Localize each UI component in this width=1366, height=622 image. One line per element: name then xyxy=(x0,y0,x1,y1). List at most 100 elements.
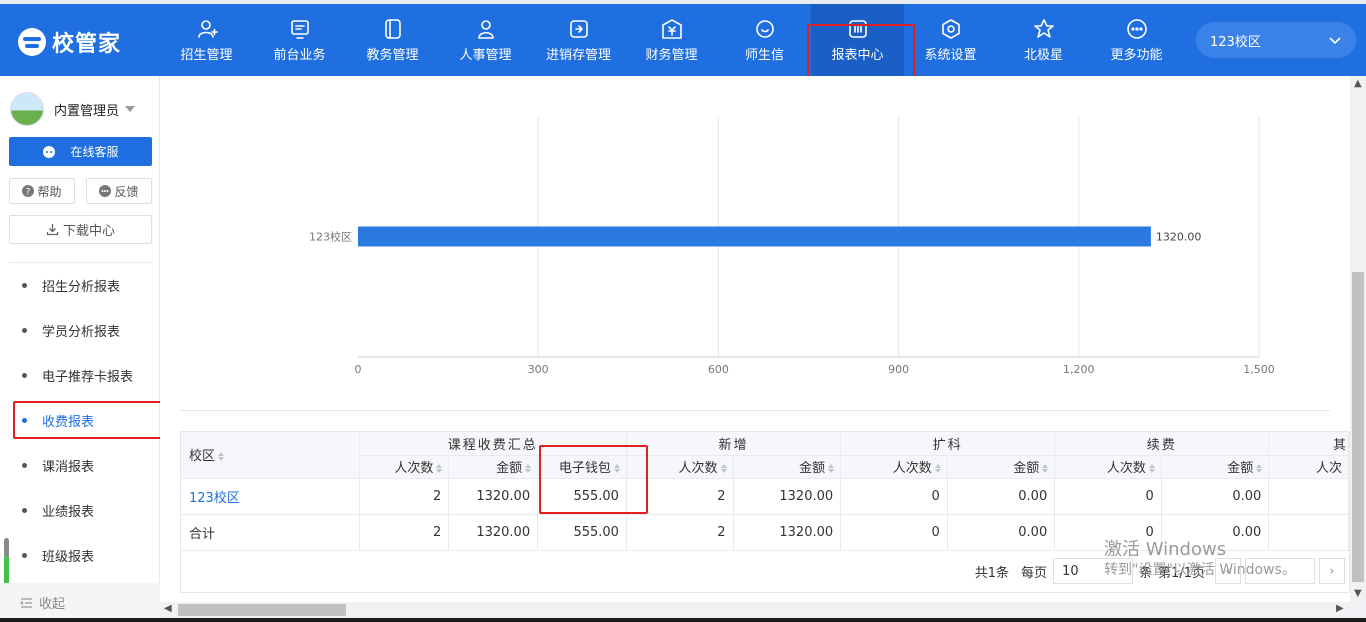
collapse-label: 收起 xyxy=(39,597,66,612)
nav-item-0[interactable]: 招生管理 xyxy=(160,4,253,76)
help-label: 帮助 xyxy=(37,184,62,199)
sort-icon[interactable] xyxy=(720,464,727,473)
collapse-icon xyxy=(20,597,32,608)
group-header-total: 课程收费汇总 xyxy=(359,432,627,456)
sidebar-item-4[interactable]: 课消报表 xyxy=(0,443,160,488)
sort-icon[interactable] xyxy=(828,464,835,473)
top-navbar: 校管家 招生管理 前台业务 教务管理 人事管理 进销存管理 财务管理 师生信 报表中心 系统设置… xyxy=(0,0,1366,76)
sidebar-item-3[interactable]: 收费报表 xyxy=(0,398,160,443)
nav-item-label: 进销存管理 xyxy=(545,47,611,63)
header-group-row: 校区 课程收费汇总 新增 扩科 续费 其 xyxy=(181,432,1349,479)
report-menu: 招生分析报表 学员分析报表电子推荐卡报表收费报表课消报表业绩报表班级报表 xyxy=(0,263,160,578)
table-cell: 1320.00 xyxy=(733,514,842,551)
nav-item-label: 北极星 xyxy=(1023,47,1063,63)
sidebar-item-label: 课消报表 xyxy=(42,460,95,475)
sidebar-item-1[interactable]: 学员分析报表 xyxy=(0,308,160,353)
bullet-icon xyxy=(22,328,27,333)
sidebar-item-label: 班级报表 xyxy=(42,550,95,565)
online-service-button[interactable]: 在线客服 xyxy=(9,137,152,166)
chat-bubble-icon xyxy=(43,145,56,158)
nav-item-9[interactable]: 北极星 xyxy=(997,4,1090,76)
sub-header-3[interactable]: 人次数 xyxy=(626,455,734,479)
horizontal-scroll-thumb[interactable] xyxy=(178,604,346,616)
sub-header-label: 金额 xyxy=(496,461,523,476)
sidebar-item-0[interactable]: 招生分析报表 xyxy=(0,263,160,308)
sort-icon[interactable] xyxy=(613,464,620,473)
nav-item-8[interactable]: 系统设置 xyxy=(904,4,997,76)
table-body: 123校区 2 1320.00 555.00 2 1320.00 0 0.00 0 0.00 合计 2… xyxy=(181,478,1349,551)
sub-header-8[interactable]: 金额 xyxy=(1161,455,1270,479)
sub-header-5[interactable]: 人次数 xyxy=(840,455,948,479)
sort-icon[interactable] xyxy=(1042,464,1049,473)
table-cell: 2 xyxy=(359,478,450,515)
table-cell: 0.00 xyxy=(947,478,1056,515)
feedback-button[interactable]: 反馈 xyxy=(86,178,152,204)
sub-header-label: 金额 xyxy=(799,461,826,476)
campus-select[interactable]: 123校区 xyxy=(1196,22,1356,58)
chart-divider xyxy=(180,410,1330,411)
bullet-icon xyxy=(22,553,27,558)
campus-link[interactable]: 123校区 xyxy=(181,478,360,515)
scroll-right-icon[interactable]: ▶ xyxy=(1336,603,1344,614)
nav-item-6[interactable]: 师生信 xyxy=(718,4,811,76)
help-button[interactable]: ? 帮助 xyxy=(9,178,75,204)
sub-header-2[interactable]: 电子钱包 xyxy=(537,455,627,479)
sort-icon[interactable] xyxy=(525,464,532,473)
x-tick-label: 600 xyxy=(708,363,729,376)
sub-header-4[interactable]: 金额 xyxy=(733,455,842,479)
caret-down-icon xyxy=(125,106,136,112)
sub-header-9[interactable]: 人次 xyxy=(1268,455,1349,479)
scroll-up-icon[interactable]: ▲ xyxy=(1354,78,1362,89)
chevron-left-icon: ‹ xyxy=(1225,563,1231,579)
monitor-icon xyxy=(289,18,311,40)
download-center-label: 下载中心 xyxy=(62,224,115,239)
download-center-button[interactable]: 下载中心 xyxy=(9,215,152,244)
group-header-renew: 续费 xyxy=(1054,432,1270,456)
page-jump-input[interactable] xyxy=(1245,558,1315,584)
sidebar-item-label: 电子推荐卡报表 xyxy=(42,370,134,385)
group-header-other: 其 xyxy=(1268,432,1349,456)
sub-header-7[interactable]: 人次数 xyxy=(1054,455,1162,479)
next-page-button[interactable]: › xyxy=(1319,558,1345,584)
nav-item-4[interactable]: 进销存管理 xyxy=(532,4,625,76)
x-tick-label: 300 xyxy=(528,363,549,376)
sort-icon[interactable] xyxy=(1256,464,1263,473)
user-menu[interactable]: 内置管理员 xyxy=(10,92,136,126)
sort-icon[interactable] xyxy=(1148,464,1155,473)
sidebar-item-5[interactable]: 业绩报表 xyxy=(0,488,160,533)
sort-icon[interactable] xyxy=(934,464,941,473)
scroll-down-icon[interactable]: ▼ xyxy=(1354,588,1362,599)
inventory-icon xyxy=(568,18,590,40)
prev-page-button[interactable]: ‹ xyxy=(1215,558,1241,584)
col-campus-header[interactable]: 校区 xyxy=(181,432,360,479)
x-tick-label: 1,200 xyxy=(1063,363,1095,376)
sort-icon[interactable] xyxy=(218,452,225,462)
collapse-sidebar-button[interactable]: 收起 xyxy=(0,583,160,622)
nav-item-label: 更多功能 xyxy=(1110,47,1163,63)
logo-mark-icon xyxy=(18,28,46,56)
vertical-scroll-thumb[interactable] xyxy=(1352,272,1364,582)
total-label: 合计 xyxy=(181,514,360,551)
nav-item-1[interactable]: 前台业务 xyxy=(253,4,346,76)
sort-icon[interactable] xyxy=(436,464,443,473)
sub-header-6[interactable]: 金额 xyxy=(947,455,1056,479)
scroll-handle xyxy=(4,538,9,558)
nav-item-2[interactable]: 教务管理 xyxy=(346,4,439,76)
nav-item-10[interactable]: 更多功能 xyxy=(1090,4,1183,76)
sub-header-label: 人次数 xyxy=(394,461,434,476)
sidebar-item-2[interactable]: 电子推荐卡报表 xyxy=(0,353,160,398)
nav-item-3[interactable]: 人事管理 xyxy=(439,4,532,76)
nav-item-label: 系统设置 xyxy=(924,47,977,63)
app-logo[interactable]: 校管家 xyxy=(18,24,121,60)
nav-item-7[interactable]: 报表中心 xyxy=(811,4,904,76)
main-nav: 招生管理 前台业务 教务管理 人事管理 进销存管理 财务管理 师生信 报表中心 系统设置 北极星 更… xyxy=(160,4,1183,76)
nav-item-5[interactable]: 财务管理 xyxy=(625,4,718,76)
scroll-left-icon[interactable]: ◀ xyxy=(164,603,172,614)
vertical-scrollbar[interactable]: ▲ ▼ xyxy=(1350,76,1366,602)
question-icon: ? xyxy=(22,185,35,197)
sub-header-0[interactable]: 人次数 xyxy=(359,455,450,479)
sub-header-1[interactable]: 金额 xyxy=(448,455,539,479)
horizontal-scrollbar[interactable]: ◀ ▶ xyxy=(160,602,1350,618)
sidebar-item-6[interactable]: 班级报表 xyxy=(0,533,160,578)
page-size-select[interactable]: 10 xyxy=(1053,558,1134,584)
